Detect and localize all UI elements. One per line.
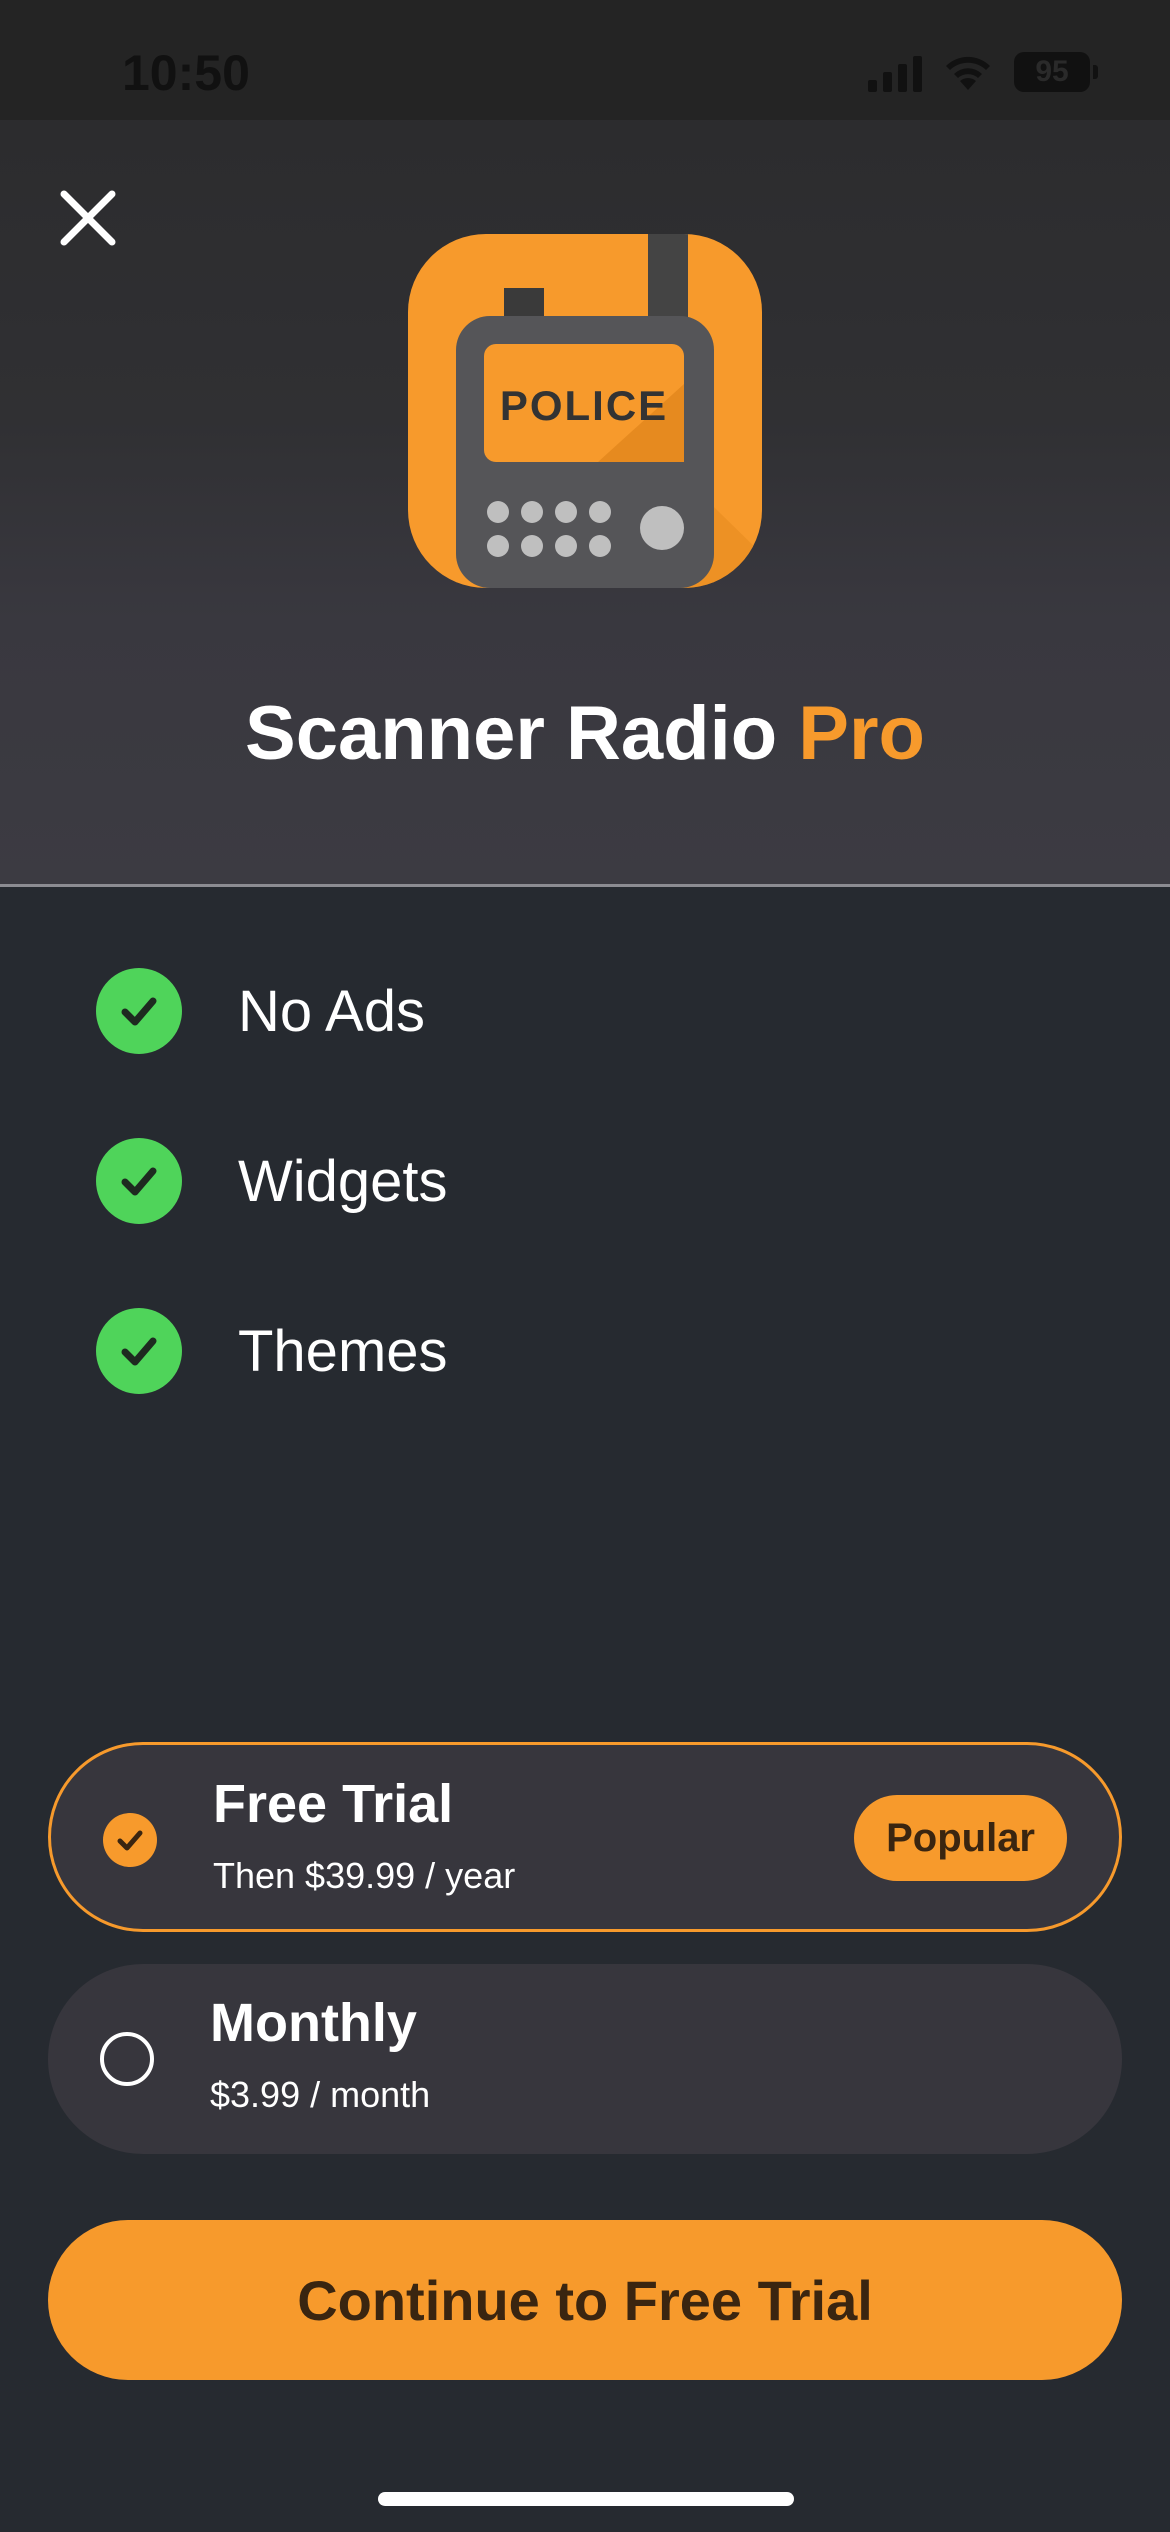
header-divider — [0, 884, 1170, 887]
cellular-signal-icon — [868, 52, 922, 92]
feature-label: Widgets — [238, 1148, 448, 1214]
checkmark-icon — [96, 1308, 182, 1394]
popular-badge: Popular — [854, 1795, 1067, 1881]
paywall-screen: 10:50 95 POLICE Scanner Radio Pro No Ads… — [0, 0, 1170, 2532]
title-main: Scanner Radio — [245, 691, 778, 776]
battery-icon: 95 — [1014, 52, 1098, 92]
plan-radio-selected[interactable] — [103, 1813, 157, 1867]
checkmark-icon — [96, 1138, 182, 1224]
app-icon-label: POLICE — [499, 382, 669, 429]
checkmark-icon — [117, 1830, 143, 1851]
title-accent: Pro — [798, 691, 925, 776]
status-time: 10:50 — [122, 45, 250, 101]
close-button[interactable] — [56, 186, 120, 250]
status-bar: 10:50 95 — [0, 0, 1170, 120]
plan-price: $3.99 / month — [210, 2074, 431, 2115]
feature-item: Widgets — [96, 1138, 448, 1224]
plan-option-free-trial[interactable]: Free Trial Then $39.99 / year Popular — [48, 1742, 1122, 1932]
checkmark-icon — [96, 968, 182, 1054]
feature-item: Themes — [96, 1308, 448, 1394]
page-title: Scanner Radio Pro — [0, 690, 1170, 777]
feature-list: No Ads Widgets Themes — [96, 968, 448, 1478]
plan-option-monthly[interactable]: Monthly $3.99 / month — [48, 1964, 1122, 2154]
plan-price: Then $39.99 / year — [213, 1855, 516, 1896]
plan-radio-unselected[interactable] — [100, 2032, 154, 2086]
feature-label: Themes — [238, 1318, 448, 1384]
plan-name: Monthly — [210, 1993, 417, 2053]
app-icon: POLICE — [408, 234, 762, 588]
feature-label: No Ads — [238, 978, 425, 1044]
continue-button[interactable]: Continue to Free Trial — [48, 2220, 1122, 2380]
plan-name: Free Trial — [213, 1774, 454, 1834]
feature-item: No Ads — [96, 968, 448, 1054]
battery-level: 95 — [1035, 55, 1069, 88]
status-icons: 95 — [868, 52, 1098, 92]
wifi-icon — [942, 52, 994, 92]
close-icon — [60, 190, 116, 246]
home-indicator — [378, 2492, 794, 2506]
